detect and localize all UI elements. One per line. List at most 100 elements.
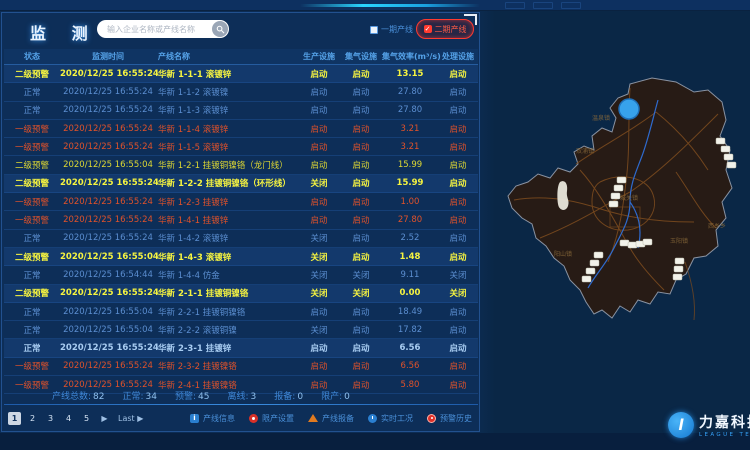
- search-input[interactable]: [97, 25, 212, 34]
- factory-marker[interactable]: [609, 201, 618, 207]
- table-row[interactable]: 正常2020/12/25 16:55:24华新 2-3-1 挂镀锌启动启动6.5…: [4, 339, 478, 357]
- legend-label: 实时工况: [381, 413, 413, 424]
- cell-name: 华新 2-1-1 挂镀铜镍铬: [156, 287, 298, 299]
- page-button[interactable]: 2: [26, 412, 39, 425]
- legend-label: 限产设置: [262, 413, 294, 424]
- table-row[interactable]: 一级预警2020/12/25 16:55:24华新 1-1-4 滚镀锌启动启动3…: [4, 120, 478, 138]
- legend-red-alarm[interactable]: 预警历史: [427, 413, 472, 424]
- table-row[interactable]: 一级预警2020/12/25 16:55:24华新 1-1-5 滚镀锌启动启动3…: [4, 138, 478, 156]
- search-icon[interactable]: [212, 21, 228, 37]
- factory-marker[interactable]: [721, 146, 730, 152]
- table-row[interactable]: 二级预警2020/12/25 16:55:04华新 1-2-1 挂镀铜镍铬（龙门…: [4, 156, 478, 174]
- cell-name: 华新 1-1-4 滚镀锌: [156, 123, 298, 135]
- map-label: 城关镇: [620, 194, 638, 202]
- cell-name: 华新 2-3-2 挂镀镍铬: [156, 360, 298, 372]
- factory-marker[interactable]: [628, 242, 637, 248]
- next-page-button[interactable]: ▶: [98, 412, 111, 425]
- column-header: 集气效率(m³/s): [382, 51, 438, 62]
- district-map[interactable]: 温泉镇双浦镇城关镇西乡乡玉阳镇阳山镇: [480, 52, 750, 392]
- cell-status: 一级预警: [4, 360, 60, 372]
- cell-gas: 启动: [340, 232, 382, 244]
- cell-eff: 15.99: [382, 160, 438, 170]
- table-row[interactable]: 一级预警2020/12/25 16:55:24华新 1-4-1 挂镀锌启动启动2…: [4, 211, 478, 229]
- cell-status: 正常: [4, 342, 60, 354]
- cell-name: 华新 2-2-1 挂镀铜镍铬: [156, 306, 298, 318]
- cell-gas: 启动: [340, 177, 382, 189]
- cell-name: 华新 1-4-3 滚镀锌: [156, 251, 298, 263]
- table-row[interactable]: 正常2020/12/25 16:55:04华新 2-2-2 滚镀铜镍关闭启动17…: [4, 321, 478, 339]
- cell-prod: 关闭: [298, 269, 340, 281]
- search-box: [97, 20, 229, 38]
- panel-header: 监 测 一期产线 ✓ 二期产线: [2, 13, 479, 47]
- factory-marker[interactable]: [590, 260, 599, 266]
- bottom-strip: [0, 433, 750, 450]
- cell-name: 华新 1-4-1 挂镀锌: [156, 214, 298, 226]
- legend-blue-clock[interactable]: 实时工况: [368, 413, 413, 424]
- table-row[interactable]: 一级预警2020/12/25 16:55:24华新 2-3-2 挂镀镍铬启动启动…: [4, 358, 478, 376]
- cell-gas: 启动: [340, 214, 382, 226]
- factory-marker[interactable]: [594, 252, 603, 258]
- cell-gas: 启动: [340, 196, 382, 208]
- factory-marker[interactable]: [617, 177, 626, 183]
- cell-eff: 27.80: [382, 105, 438, 115]
- factory-marker[interactable]: [611, 193, 620, 199]
- factory-marker[interactable]: [586, 268, 595, 274]
- cell-eff: 18.49: [382, 307, 438, 317]
- cell-name: 华新 2-2-2 滚镀铜镍: [156, 324, 298, 336]
- table-row[interactable]: 二级预警2020/12/25 16:55:24华新 1-1-1 滚镀锌启动启动1…: [4, 65, 478, 83]
- factory-marker[interactable]: [674, 266, 683, 272]
- factory-marker[interactable]: [727, 162, 736, 168]
- cell-proc: 启动: [438, 214, 478, 226]
- factory-marker[interactable]: [716, 138, 725, 144]
- cell-prod: 启动: [298, 123, 340, 135]
- phase1-checkbox[interactable]: 一期产线: [370, 24, 413, 35]
- page-button[interactable]: 5: [80, 412, 93, 425]
- factory-marker[interactable]: [724, 154, 733, 160]
- factory-marker[interactable]: [643, 239, 652, 245]
- table-row[interactable]: 正常2020/12/25 16:54:44华新 1-4-4 仿金关闭关闭9.11…: [4, 266, 478, 284]
- cell-prod: 启动: [298, 86, 340, 98]
- table-row[interactable]: 二级预警2020/12/25 16:55:24华新 1-2-2 挂镀铜镍铬（环形…: [4, 175, 478, 193]
- table-row[interactable]: 正常2020/12/25 16:55:24华新 1-4-2 滚镀锌关闭启动2.5…: [4, 230, 478, 248]
- factory-marker[interactable]: [673, 274, 682, 280]
- table-row[interactable]: 二级预警2020/12/25 16:55:24华新 2-1-1 挂镀铜镍铬关闭关…: [4, 285, 478, 303]
- alert-map-marker[interactable]: [619, 99, 639, 119]
- checkbox-icon[interactable]: [370, 26, 378, 34]
- cell-gas: 关闭: [340, 287, 382, 299]
- legend-orange-triangle[interactable]: 产线报备: [308, 413, 354, 424]
- factory-marker[interactable]: [675, 258, 684, 264]
- table-row[interactable]: 一级预警2020/12/25 16:55:24华新 1-2-3 挂镀锌启动启动1…: [4, 193, 478, 211]
- cell-prod: 启动: [298, 68, 340, 80]
- legend-red-circle[interactable]: 限产设置: [249, 413, 294, 424]
- cell-status: 二级预警: [4, 287, 60, 299]
- cell-status: 二级预警: [4, 68, 60, 80]
- page-button[interactable]: 4: [62, 412, 75, 425]
- table-row[interactable]: 正常2020/12/25 16:55:24华新 1-1-2 滚镀镍启动启动27.…: [4, 83, 478, 101]
- cell-eff: 6.56: [382, 343, 438, 353]
- cell-prod: 关闭: [298, 232, 340, 244]
- table-row[interactable]: 正常2020/12/25 16:55:04华新 2-2-1 挂镀铜镍铬启动启动1…: [4, 303, 478, 321]
- cell-eff: 17.82: [382, 325, 438, 335]
- cell-gas: 启动: [340, 86, 382, 98]
- cell-eff: 3.21: [382, 124, 438, 134]
- cell-gas: 启动: [340, 342, 382, 354]
- cell-name: 华新 1-4-2 滚镀锌: [156, 232, 298, 244]
- cell-status: 一级预警: [4, 214, 60, 226]
- factory-marker[interactable]: [620, 240, 629, 246]
- page-button[interactable]: 1: [8, 412, 21, 425]
- table-row[interactable]: 正常2020/12/25 16:55:24华新 1-1-3 滚镀锌启动启动27.…: [4, 102, 478, 120]
- factory-marker[interactable]: [614, 185, 623, 191]
- cell-status: 二级预警: [4, 177, 60, 189]
- factory-marker[interactable]: [582, 276, 591, 282]
- page-button[interactable]: 3: [44, 412, 57, 425]
- last-page-button[interactable]: Last ▶: [116, 412, 145, 425]
- legend-info-square[interactable]: i产线信息: [190, 413, 235, 424]
- legend-label: 预警历史: [440, 413, 472, 424]
- legend-bar: i产线信息 限产设置 产线报备 实时工况 预警历史: [190, 413, 478, 424]
- cell-time: 2020/12/25 16:55:24: [60, 233, 156, 243]
- table-body: 二级预警2020/12/25 16:55:24华新 1-1-1 滚镀锌启动启动1…: [4, 65, 478, 394]
- table-row[interactable]: 二级预警2020/12/25 16:55:04华新 1-4-3 滚镀锌关闭启动1…: [4, 248, 478, 266]
- cell-time: 2020/12/25 16:55:24: [60, 197, 156, 207]
- phase1-label: 一期产线: [381, 24, 413, 35]
- cell-prod: 关闭: [298, 177, 340, 189]
